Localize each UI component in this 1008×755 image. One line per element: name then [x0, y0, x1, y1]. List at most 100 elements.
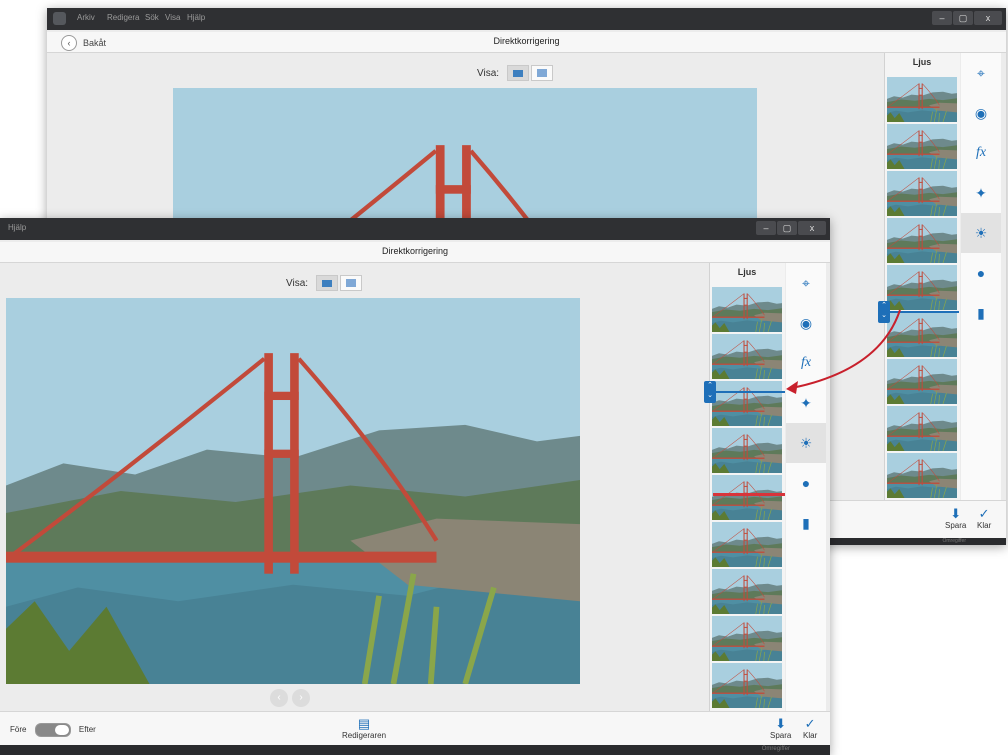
close-button[interactable]: x — [974, 11, 1002, 25]
done-label: Klar — [977, 521, 992, 530]
light-panel: Ljus — [709, 263, 785, 711]
thumbnail[interactable] — [712, 522, 782, 567]
after-label: Efter — [78, 725, 96, 735]
status-text: Omregiffer — [942, 538, 966, 544]
done-label: Klar — [803, 731, 818, 740]
visa-label: Visa: — [286, 277, 309, 289]
before-after-toggle: Före Efter — [10, 723, 96, 737]
thumbnail[interactable] — [887, 312, 957, 357]
maximize-button[interactable]: ▢ — [953, 11, 973, 25]
light-icon[interactable]: ☀ — [786, 423, 826, 463]
panel-title: Ljus — [912, 57, 932, 67]
thumbnail[interactable] — [887, 171, 957, 216]
editor-button[interactable]: ▤ Redigeraren — [342, 717, 387, 741]
main-photo — [173, 88, 757, 228]
magic-wand-icon[interactable]: ✦ — [961, 173, 1001, 213]
thumbnail[interactable] — [712, 428, 782, 473]
save-button[interactable]: ⬇ Spara — [945, 506, 967, 531]
slider-handle[interactable]: ⌃ ⌄ — [704, 381, 716, 403]
before-after-switch[interactable] — [34, 723, 71, 737]
grid-icon — [346, 279, 357, 287]
back-titlebar: Arkiv Redigera Sök Visa Hjälp – ▢ x — [47, 8, 1006, 30]
light-icon[interactable]: ☀ — [961, 213, 1001, 253]
check-icon: ✓ — [978, 506, 990, 521]
menu-hjalp[interactable]: Hjälp — [8, 223, 26, 232]
front-window: Hjälp – ▢ x Direktkorrigering Visa: ‹ › … — [0, 218, 830, 755]
original-position-marker — [713, 493, 785, 496]
balance-icon[interactable]: ▮ — [786, 503, 826, 543]
image-icon — [322, 279, 333, 287]
redeye-icon[interactable]: ◉ — [961, 93, 1001, 133]
editor-label: Redigeraren — [342, 731, 387, 740]
grid-view-button[interactable] — [531, 65, 554, 81]
download-icon: ⬇ — [950, 506, 962, 521]
thumbnail-strip — [712, 287, 782, 710]
crop-icon[interactable]: ⌖ — [961, 53, 1001, 93]
menu-arkiv[interactable]: Arkiv — [77, 13, 95, 22]
back-header: ‹ Bakåt Direktkorrigering — [47, 32, 1006, 53]
fx-icon[interactable]: fx — [786, 343, 826, 383]
thumbnail[interactable] — [887, 265, 957, 310]
color-icon[interactable]: ● — [961, 253, 1001, 293]
thumbnail[interactable] — [712, 616, 782, 661]
front-titlebar: Hjälp – ▢ x — [0, 218, 830, 240]
visa-label: Visa: — [477, 67, 500, 79]
done-button[interactable]: ✓ Klar — [977, 506, 992, 531]
menu-visa[interactable]: Visa — [165, 13, 180, 22]
panel-title: Ljus — [737, 267, 757, 277]
minimize-button[interactable]: – — [756, 221, 776, 235]
thumbnail[interactable] — [712, 334, 782, 379]
thumbnail[interactable] — [712, 381, 782, 426]
page-title: Direktkorrigering — [381, 246, 449, 256]
redeye-icon[interactable]: ◉ — [786, 303, 826, 343]
grid-view-button[interactable] — [340, 275, 363, 291]
slider-line — [889, 311, 959, 313]
main-photo — [6, 298, 580, 684]
menu-sok[interactable]: Sök — [145, 13, 159, 22]
save-label: Spara — [945, 521, 967, 530]
close-button[interactable]: x — [798, 221, 826, 235]
thumbnail[interactable] — [712, 287, 782, 332]
download-icon: ⬇ — [775, 716, 787, 731]
status-text: Omregiffer — [761, 746, 790, 752]
color-icon[interactable]: ● — [786, 463, 826, 503]
tool-column: ⌖ ◉ fx ✦ ☀ ● ▮ — [961, 53, 1001, 505]
fx-icon[interactable]: fx — [961, 133, 1001, 173]
front-header: Direktkorrigering — [0, 242, 830, 263]
menu-hjalp[interactable]: Hjälp — [187, 13, 205, 22]
thumbnail[interactable] — [887, 406, 957, 451]
next-photo-button[interactable]: › — [292, 689, 310, 707]
magic-wand-icon[interactable]: ✦ — [786, 383, 826, 423]
balance-icon[interactable]: ▮ — [961, 293, 1001, 333]
minimize-button[interactable]: – — [932, 11, 952, 25]
light-panel: Ljus — [884, 53, 960, 505]
photo-navigation: ‹ › — [268, 689, 312, 707]
menu-redigera[interactable]: Redigera — [107, 13, 139, 22]
thumbnail[interactable] — [712, 663, 782, 708]
slider-handle[interactable]: ⌃ ⌄ — [878, 301, 890, 323]
save-label: Spara — [770, 731, 792, 740]
before-label: Före — [10, 725, 27, 735]
thumbnail[interactable] — [887, 77, 957, 122]
maximize-button[interactable]: ▢ — [777, 221, 797, 235]
thumbnail[interactable] — [712, 569, 782, 614]
app-icon — [53, 12, 66, 25]
slider-line — [715, 391, 785, 393]
previous-photo-button[interactable]: ‹ — [270, 689, 288, 707]
thumbnail[interactable] — [887, 124, 957, 169]
thumbnail[interactable] — [887, 453, 957, 498]
single-view-button[interactable] — [507, 65, 530, 81]
single-view-button[interactable] — [316, 275, 339, 291]
check-icon: ✓ — [804, 716, 816, 731]
thumbnail-strip — [887, 77, 957, 500]
thumbnail[interactable] — [712, 475, 782, 520]
page-title: Direktkorrigering — [493, 36, 560, 46]
save-button[interactable]: ⬇ Spara — [770, 716, 792, 741]
front-bottombar: Före Efter ▤ Redigeraren ⬇ Spara ✓ Klar — [0, 711, 830, 746]
tool-column: ⌖ ◉ fx ✦ ☀ ● ▮ — [786, 263, 826, 711]
crop-icon[interactable]: ⌖ — [786, 263, 826, 303]
done-button[interactable]: ✓ Klar — [803, 716, 818, 741]
thumbnail[interactable] — [887, 218, 957, 263]
thumbnail[interactable] — [887, 359, 957, 404]
image-icon — [513, 69, 524, 77]
